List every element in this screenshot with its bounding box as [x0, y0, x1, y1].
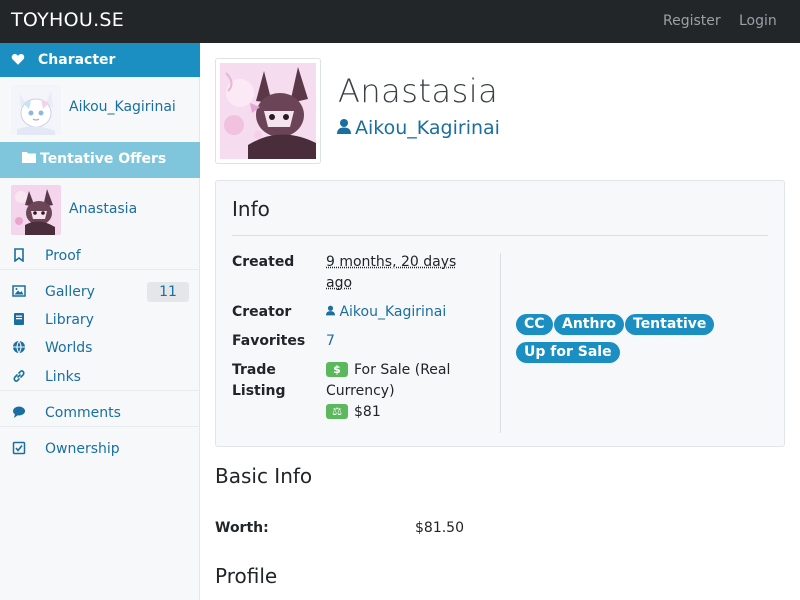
basic-info-heading: Basic Info: [215, 464, 313, 488]
created-value-line2[interactable]: ago: [326, 273, 352, 294]
character-owner-link[interactable]: Aikou_Kagirinai: [337, 117, 500, 139]
heart-icon: [11, 52, 25, 70]
sidebar-character-item[interactable]: Anastasia: [0, 178, 200, 235]
sidebar-character-name[interactable]: Anastasia: [69, 201, 137, 217]
sidebar-item-ownership[interactable]: Ownership: [0, 435, 200, 463]
sidebar-item-label: Worlds: [45, 340, 93, 356]
sidebar-item-library[interactable]: Library: [0, 306, 200, 334]
globe-icon: [12, 340, 26, 354]
sidebar-folder-label: Tentative Offers: [40, 151, 167, 167]
sidebar-folder[interactable]: Tentative Offers: [0, 142, 200, 178]
trade-price-value: $81: [354, 404, 381, 420]
sidebar-item-links[interactable]: Links: [0, 363, 200, 391]
sidebar-item-worlds[interactable]: Worlds: [0, 334, 200, 362]
user-icon: [326, 304, 335, 320]
info-divider: [232, 235, 768, 236]
profile-heading: Profile: [215, 564, 278, 588]
sidebar-header: Character: [0, 43, 200, 77]
favorites-value[interactable]: 7: [326, 331, 335, 352]
trade-status-text: For Sale (Real: [354, 362, 451, 378]
sidebar-item-label: Library: [45, 312, 94, 328]
dollar-icon: $: [326, 362, 348, 377]
trade-listing-label-line2: Listing: [232, 383, 286, 399]
user-icon: [337, 118, 351, 135]
sidebar-item-comments[interactable]: Comments: [0, 399, 200, 427]
character-avatar-image[interactable]: [220, 63, 316, 159]
sidebar-header-label: Character: [38, 52, 116, 68]
trade-status-line2: Currency): [326, 383, 395, 399]
register-link[interactable]: Register: [663, 13, 721, 29]
image-icon: [12, 284, 26, 298]
worth-label: Worth:: [215, 520, 269, 536]
book-icon: [12, 312, 26, 326]
site-brand[interactable]: TOYHOU.SE: [11, 9, 124, 31]
tag-tentative[interactable]: Tentative: [625, 314, 715, 335]
character-thumbnail[interactable]: [11, 185, 61, 235]
sidebar: Character Aikou_Kagirinai Tentative Offe…: [0, 43, 200, 600]
character-avatar[interactable]: [215, 58, 321, 164]
sidebar-owner-name[interactable]: Aikou_Kagirinai: [69, 99, 176, 115]
tag-up-for-sale[interactable]: Up for Sale: [516, 342, 620, 363]
trade-price: ⚖ $81: [326, 402, 381, 423]
creator-label: Creator: [232, 304, 292, 320]
sidebar-item-label: Ownership: [45, 441, 120, 457]
created-value-line1[interactable]: 9 months, 20 days: [326, 252, 456, 273]
character-owner-name[interactable]: Aikou_Kagirinai: [355, 117, 500, 139]
tag-anthro[interactable]: Anthro: [554, 314, 624, 335]
bookmark-icon: [12, 248, 26, 263]
check-square-icon: [12, 441, 26, 455]
creator-link[interactable]: Aikou_Kagirinai: [326, 302, 446, 323]
info-column-divider: [500, 253, 501, 433]
trade-status: $ For Sale (Real: [326, 360, 450, 381]
worth-value: $81.50: [415, 520, 464, 536]
sidebar-item-proof[interactable]: Proof: [0, 242, 200, 270]
trade-listing-label-line1: Trade: [232, 362, 276, 378]
info-title: Info: [232, 197, 270, 221]
top-navbar: TOYHOU.SE Register Login: [0, 0, 800, 43]
sidebar-item-label: Comments: [45, 405, 121, 421]
creator-name[interactable]: Aikou_Kagirinai: [339, 304, 446, 320]
sidebar-owner-item[interactable]: Aikou_Kagirinai: [0, 77, 200, 135]
created-label: Created: [232, 254, 295, 270]
balance-scale-icon: ⚖: [326, 404, 348, 419]
comment-icon: [12, 405, 26, 419]
owner-avatar[interactable]: [11, 85, 61, 135]
sidebar-item-gallery[interactable]: Gallery 11: [0, 278, 200, 306]
info-card: Info Created 9 months, 20 days ago Creat…: [215, 180, 785, 447]
sidebar-item-label: Links: [45, 369, 81, 385]
tag-cc[interactable]: CC: [516, 314, 553, 335]
sidebar-item-label: Gallery: [45, 284, 95, 300]
sidebar-item-label: Proof: [45, 248, 81, 264]
folder-icon: [22, 151, 36, 167]
character-name-heading: Anastasia: [338, 72, 499, 110]
gallery-count-badge: 11: [147, 282, 189, 302]
favorites-label: Favorites: [232, 333, 306, 349]
login-link[interactable]: Login: [739, 13, 777, 29]
link-icon: [12, 369, 26, 383]
